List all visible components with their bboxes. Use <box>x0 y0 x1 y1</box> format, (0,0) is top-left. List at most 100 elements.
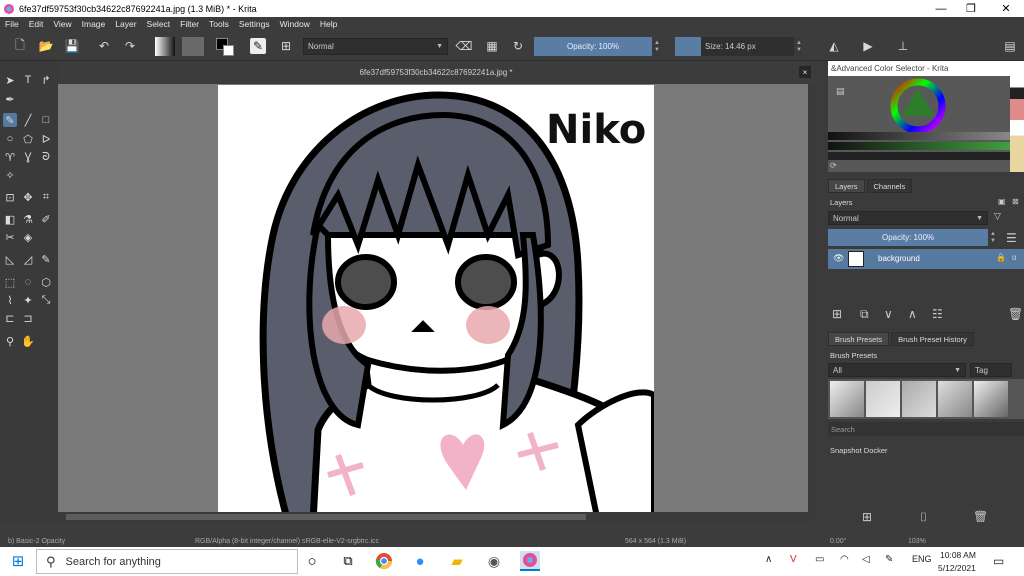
close-document-button[interactable]: × <box>799 66 811 78</box>
maximize-button[interactable]: ❐ <box>955 0 987 17</box>
layer-properties-icon[interactable]: ☷ <box>932 307 943 321</box>
battery-icon[interactable]: ▭ <box>815 554 824 565</box>
menu-select[interactable]: Select <box>142 19 176 29</box>
reload-preset-icon[interactable]: ↻ <box>510 38 526 54</box>
eye-icon[interactable]: 👁 <box>833 253 844 264</box>
menu-filter[interactable]: Filter <box>175 19 204 29</box>
freehand-path-tool-icon[interactable]: ᘐ <box>39 150 53 164</box>
tag-select[interactable]: Tag <box>970 363 1012 377</box>
menu-image[interactable]: Image <box>77 19 111 29</box>
menu-edit[interactable]: Edit <box>24 19 49 29</box>
chrome-icon[interactable] <box>374 551 394 571</box>
wifi-icon[interactable]: ◠ <box>840 554 849 565</box>
freehand-brush-tool-icon[interactable]: ✎ <box>3 113 17 127</box>
move-tool-icon[interactable]: ✥ <box>21 190 35 204</box>
multibrush-tool-icon[interactable]: ✧ <box>3 168 17 182</box>
menu-settings[interactable]: Settings <box>234 19 275 29</box>
polygon-tool-icon[interactable]: ⬠ <box>21 132 35 146</box>
edit-shapes-tool-icon[interactable]: ↱ <box>39 73 53 87</box>
reference-tool-icon[interactable]: ✎ <box>39 252 53 266</box>
zoom-tool-icon[interactable]: ⚲ <box>3 334 17 348</box>
lock-icon[interactable]: 🔒 <box>996 253 1006 262</box>
menu-file[interactable]: File <box>0 19 24 29</box>
brush-preset-item[interactable] <box>866 381 900 417</box>
close-window-button[interactable]: ✕ <box>990 0 1022 17</box>
rectangle-tool-icon[interactable]: □ <box>39 113 53 127</box>
krita-taskbar-icon[interactable] <box>520 551 540 571</box>
layer-name[interactable]: background <box>878 254 920 263</box>
task-view-icon[interactable]: ⧉ <box>338 551 358 571</box>
new-document-icon[interactable]: 🗋 <box>12 38 28 54</box>
tab-brush-presets[interactable]: Brush Presets <box>828 332 890 346</box>
blend-mode-select[interactable]: Normal ▼ <box>303 38 448 55</box>
bezier-select-tool-icon[interactable]: ⊏ <box>3 311 17 325</box>
notifications-icon[interactable]: ▭ <box>993 554 1004 568</box>
delete-layer-icon[interactable]: 🗑 <box>1008 307 1023 321</box>
opacity-slider[interactable]: Opacity: 100% <box>534 37 652 56</box>
redo-icon[interactable]: ↷ <box>122 38 138 54</box>
freehand-select-tool-icon[interactable]: ⌇ <box>3 293 17 307</box>
refresh-icon[interactable]: ⟳ <box>830 161 837 170</box>
taskbar-search[interactable]: ⚲ Search for anything <box>36 549 298 574</box>
menu-tools[interactable]: Tools <box>204 19 234 29</box>
advanced-color-selector[interactable]: ▤ ⟳ <box>828 76 1024 172</box>
vivaldi-tray-icon[interactable]: V <box>790 554 797 565</box>
pen-icon[interactable]: ✎ <box>885 554 893 565</box>
smart-patch-tool-icon[interactable]: ✐ <box>39 212 53 226</box>
clock-date[interactable]: 5/12/2021 <box>938 563 976 573</box>
pan-tool-icon[interactable]: ✋ <box>21 334 35 348</box>
alpha-icon[interactable]: α <box>1012 253 1017 262</box>
move-up-icon[interactable]: ∧ <box>908 307 917 321</box>
dynamic-brush-tool-icon[interactable]: Ɣ <box>21 150 35 164</box>
brush-preset-item[interactable] <box>902 381 936 417</box>
menu-window[interactable]: Window <box>275 19 315 29</box>
brush-preset-item[interactable] <box>938 381 972 417</box>
preserve-alpha-icon[interactable]: ▦ <box>484 38 500 54</box>
hue-strip[interactable] <box>828 152 1010 160</box>
crop-tool-icon[interactable]: ⌗ <box>39 190 53 204</box>
eraser-mode-icon[interactable]: ⌫ <box>456 38 473 54</box>
canvas-area[interactable]: 6fe37df59753f30cb34622c87692241a.jpg * × <box>58 61 814 522</box>
mirror-horizontal-icon[interactable]: ◭ <box>826 38 842 54</box>
gradient-swatch[interactable] <box>155 37 175 56</box>
document-tab[interactable]: 6fe37df59753f30cb34622c87692241a.jpg * × <box>58 61 814 84</box>
saturation-strip[interactable] <box>828 142 1010 150</box>
ellipse-tool-icon[interactable]: ○ <box>3 132 17 146</box>
duplicate-layer-icon[interactable]: ⧉ <box>860 307 869 322</box>
zoom-app-icon[interactable]: ● <box>410 551 430 571</box>
camera-app-icon[interactable]: ◉ <box>484 551 504 571</box>
add-layer-icon[interactable]: ⊞ <box>832 307 842 321</box>
crop-transform-tool-icon[interactable]: ⊡ <box>3 190 17 204</box>
line-tool-icon[interactable]: ╱ <box>21 113 35 127</box>
opacity-spin[interactable]: ▲ ▼ <box>653 37 661 56</box>
clock-time[interactable]: 10:08 AM <box>940 550 976 560</box>
background-color-swatch[interactable] <box>223 45 234 56</box>
polygon-select-tool-icon[interactable]: ⬡ <box>39 275 53 289</box>
scrollbar-thumb[interactable] <box>66 514 586 520</box>
value-strip[interactable] <box>828 132 1010 140</box>
save-icon[interactable]: 💾 <box>64 38 80 54</box>
mirror-vertical-icon[interactable]: ▶ <box>860 38 876 54</box>
language-indicator[interactable]: ENG <box>912 554 932 564</box>
brush-preset-item[interactable] <box>974 381 1008 417</box>
volume-icon[interactable]: ◁ <box>862 554 870 565</box>
tab-layers[interactable]: Layers <box>828 179 865 193</box>
minimize-button[interactable]: — <box>925 0 957 17</box>
show-hidden-icons-icon[interactable]: ∧ <box>765 554 772 565</box>
undo-icon[interactable]: ↶ <box>96 38 112 54</box>
size-slider[interactable]: Size: 14.46 px <box>701 37 794 56</box>
layer-opacity-spin[interactable]: ▲ ▼ <box>989 229 997 246</box>
magnetic-select-tool-icon[interactable]: ⊐ <box>21 311 35 325</box>
color-wheel[interactable] <box>890 78 946 134</box>
tab-channels[interactable]: Channels <box>866 179 913 193</box>
cortana-icon[interactable]: ○ <box>302 551 322 571</box>
menu-view[interactable]: View <box>48 19 76 29</box>
bezier-curve-tool-icon[interactable]: ♈ <box>3 150 17 164</box>
layer-blend-mode-select[interactable]: Normal ▼ <box>828 211 988 225</box>
horizontal-scrollbar[interactable] <box>58 512 814 522</box>
fill-tool-icon[interactable]: ◈ <box>21 230 35 244</box>
layer-row-background[interactable]: 👁 background 🔒 α <box>828 249 1024 269</box>
move-down-icon[interactable]: ∨ <box>884 307 893 321</box>
float-docker-icon[interactable]: ▣ <box>998 197 1006 206</box>
color-history-strip[interactable] <box>1010 76 1024 172</box>
